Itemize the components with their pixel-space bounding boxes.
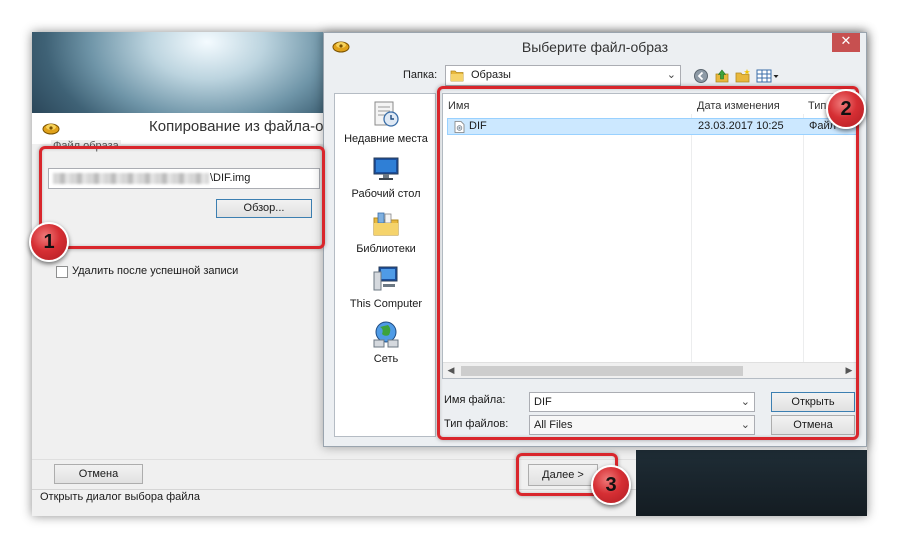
app-logo-icon — [42, 123, 60, 135]
place-network[interactable]: Сеть — [335, 319, 437, 371]
dialog-title: Выберите файл-образ — [521, 39, 669, 55]
up-folder-icon[interactable] — [714, 68, 730, 84]
folder-dropdown[interactable]: Образы ⌄ — [445, 65, 681, 86]
chevron-down-icon: ⌄ — [666, 68, 676, 81]
delete-after-checkbox[interactable] — [56, 266, 68, 278]
place-network-label: Сеть — [373, 353, 399, 365]
status-text: Открыть диалог выбора файла — [40, 491, 200, 503]
main-cancel-button[interactable]: Отмена — [54, 464, 143, 484]
place-libraries-label: Библиотеки — [356, 243, 416, 255]
new-folder-icon[interactable] — [735, 68, 751, 84]
place-desktop-label: Рабочий стол — [351, 188, 421, 200]
network-icon — [373, 321, 399, 348]
highlight-box-2 — [437, 86, 859, 440]
folder-value: Образы — [471, 69, 511, 81]
folder-label: Папка: — [403, 69, 438, 81]
close-icon[interactable]: ✕ — [832, 33, 860, 52]
place-computer[interactable]: This Computer — [335, 264, 437, 316]
folder-icon — [450, 70, 464, 82]
step-badge-1: 1 — [29, 222, 69, 262]
place-libraries[interactable]: Библиотеки — [335, 209, 437, 261]
step-badge-3: 3 — [591, 465, 631, 505]
place-computer-label: This Computer — [349, 298, 423, 310]
highlight-box-1 — [39, 146, 325, 249]
place-desktop[interactable]: Рабочий стол — [335, 154, 437, 206]
view-menu-icon[interactable] — [756, 68, 780, 84]
places-sidebar: Недавние места Рабочий стол Библиотеки T… — [334, 93, 436, 437]
place-recent[interactable]: Недавние места — [335, 99, 437, 151]
desktop-icon — [373, 157, 399, 180]
back-icon[interactable] — [693, 68, 709, 84]
computer-icon — [373, 266, 398, 291]
libraries-icon — [373, 212, 399, 236]
step-badge-2: 2 — [826, 89, 866, 129]
main-window-title: Копирование из файла-обр — [149, 118, 341, 135]
delete-after-label: Удалить после успешной записи — [72, 265, 239, 277]
background-dark-strip — [636, 450, 867, 516]
recent-places-icon — [374, 101, 399, 127]
place-recent-label: Недавние места — [344, 133, 428, 145]
